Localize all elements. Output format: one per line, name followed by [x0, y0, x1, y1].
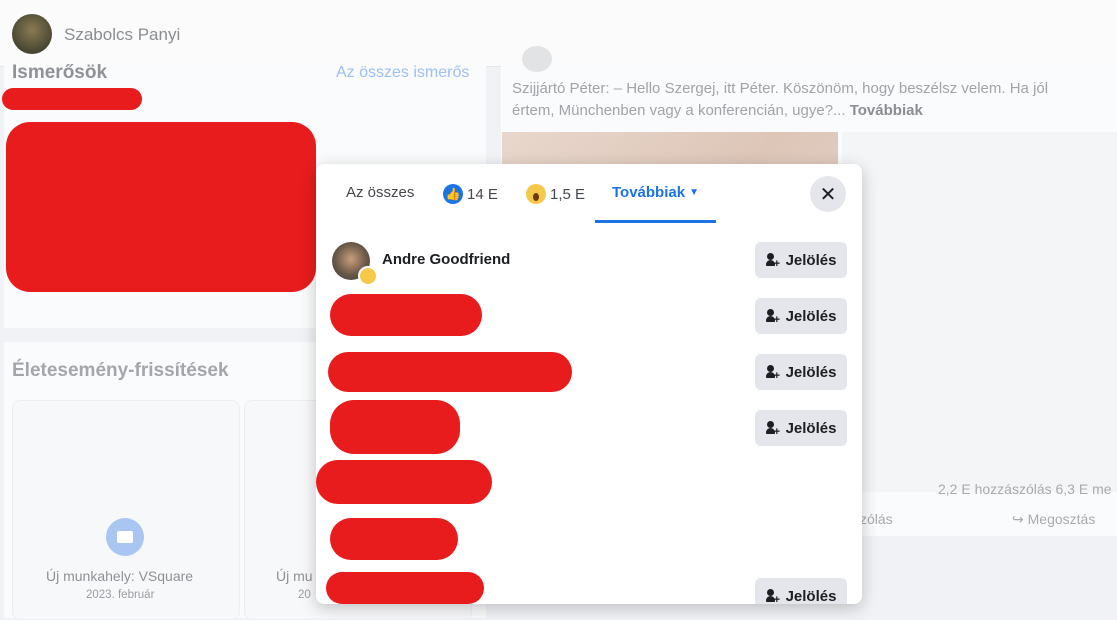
life-event-title: Új mu [276, 568, 313, 584]
share-label: Megosztás [1027, 511, 1096, 527]
briefcase-icon [106, 518, 144, 556]
add-friend-icon: + [765, 253, 780, 270]
reaction-badge-icon [358, 266, 378, 286]
add-friend-icon: + [765, 365, 780, 382]
post-body: Szijjártó Péter: – Hello Szergej, itt Pé… [512, 80, 1049, 119]
tab-all-label: Az összes [346, 184, 415, 201]
redaction-mark [328, 352, 572, 392]
wow-icon [526, 184, 546, 204]
caret-down-icon: ▼ [689, 187, 699, 198]
post-author-avatar[interactable] [522, 46, 552, 72]
redaction-mark [330, 518, 458, 560]
add-friend-label: Jelölés [785, 307, 837, 325]
profile-name[interactable]: Szabolcs Panyi [64, 25, 180, 45]
redaction-mark [2, 88, 142, 110]
share-button[interactable]: ↪ Megosztás [1012, 511, 1095, 528]
add-friend-label: Jelölés [785, 587, 837, 605]
add-friend-button[interactable]: + Jelölés [755, 298, 847, 334]
add-friend-label: Jelölés [785, 363, 837, 381]
redaction-mark [330, 400, 460, 454]
add-friend-icon: + [765, 309, 780, 326]
life-events-title: Életesemény-frissítések [12, 360, 229, 381]
add-friend-button[interactable]: + Jelölés [755, 354, 847, 390]
redaction-mark [326, 572, 484, 604]
redaction-mark [316, 460, 492, 504]
life-event-card[interactable] [12, 400, 240, 620]
wow-count: 1,5 E [550, 185, 586, 203]
close-button[interactable]: ✕ [810, 176, 846, 212]
friends-title: Ismerősök [12, 62, 108, 83]
redaction-mark [6, 122, 316, 292]
like-count: 14 E [467, 185, 498, 203]
avatar[interactable] [12, 14, 52, 54]
life-event-date: 20 [298, 589, 311, 601]
add-friend-button[interactable]: + Jelölés [755, 242, 847, 278]
see-all-friends-link[interactable]: Az összes ismerős [336, 64, 469, 82]
post-document-image[interactable] [842, 132, 1117, 492]
tab-wow[interactable]: 1,5 E [526, 184, 585, 204]
see-more-link[interactable]: Továbbiak [850, 102, 923, 119]
tab-like[interactable]: 👍 14 E [443, 184, 498, 204]
tab-all[interactable]: Az összes [346, 184, 414, 201]
add-friend-label: Jelölés [785, 251, 837, 269]
add-friend-button[interactable]: + Jelölés [755, 578, 847, 604]
share-icon: ↪ [1012, 511, 1024, 527]
comment-button[interactable]: zólás [860, 511, 893, 527]
tab-more-label: Továbbiak [612, 184, 686, 201]
like-icon: 👍 [443, 184, 463, 204]
life-event-title: Új munkahely: VSquare [46, 568, 194, 584]
life-event-date: 2023. február [86, 589, 155, 601]
tab-more[interactable]: Továbbiak ▼ [612, 184, 699, 201]
add-friend-icon: + [765, 421, 780, 438]
post-stats[interactable]: 2,2 E hozzászólás 6,3 E me [938, 481, 1112, 497]
reactions-dialog: Az összes 👍 14 E 1,5 E Továbbiak ▼ ✕ And… [316, 164, 862, 604]
active-tab-indicator [595, 220, 716, 223]
post-text: Szijjártó Péter: – Hello Szergej, itt Pé… [512, 78, 1092, 122]
add-friend-button[interactable]: + Jelölés [755, 410, 847, 446]
add-friend-label: Jelölés [785, 419, 837, 437]
close-icon: ✕ [819, 183, 837, 206]
reactor-name[interactable]: Andre Goodfriend [382, 251, 510, 268]
add-friend-icon: + [765, 589, 780, 604]
redaction-mark [330, 294, 482, 336]
